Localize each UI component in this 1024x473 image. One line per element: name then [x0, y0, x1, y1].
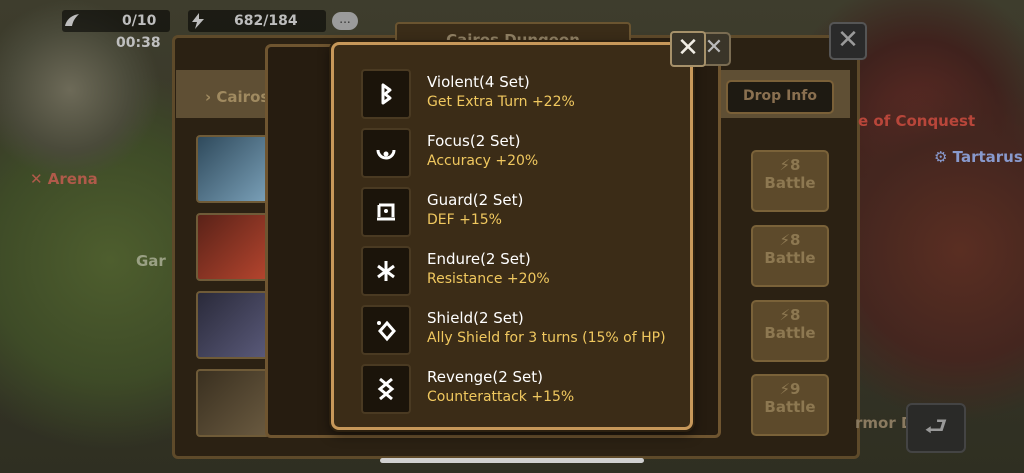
- wings-timer: 00:38: [116, 35, 161, 51]
- rune-set-effect: Get Extra Turn +22%: [427, 94, 575, 110]
- rune-set-popup: Violent(4 Set) Get Extra Turn +22% Focus…: [331, 42, 693, 430]
- rune-set-row: Violent(4 Set) Get Extra Turn +22%: [361, 69, 681, 121]
- rune-set-row: Shield(2 Set) Ally Shield for 3 turns (1…: [361, 305, 681, 357]
- energy-cost: ⚡9: [779, 380, 801, 398]
- dungeon-close-button[interactable]: ✕: [829, 22, 867, 60]
- map-label-conquest[interactable]: e of Conquest: [858, 112, 975, 130]
- rune-set-row: Endure(2 Set) Resistance +20%: [361, 246, 681, 298]
- energy-cost: ⚡8: [779, 231, 801, 249]
- battle-button[interactable]: ⚡9 Battle: [751, 374, 829, 436]
- energy-counter: 682/184: [188, 10, 326, 32]
- rune-set-name: Focus(2 Set): [427, 132, 521, 150]
- rune-set-effect: Resistance +20%: [427, 271, 550, 287]
- energy-value: 682/184: [234, 13, 298, 29]
- rune-set-row: Guard(2 Set) DEF +15%: [361, 187, 681, 239]
- shield-rune-icon: [361, 305, 411, 355]
- rune-set-name: Guard(2 Set): [427, 191, 524, 209]
- drop-info-button[interactable]: Drop Info: [726, 80, 834, 114]
- revenge-rune-icon: [361, 364, 411, 414]
- rune-set-effect: Accuracy +20%: [427, 153, 539, 169]
- wings-counter: 0/10: [62, 10, 170, 32]
- rune-set-name: Revenge(2 Set): [427, 368, 543, 386]
- energy-cost: ⚡8: [779, 156, 801, 174]
- battle-label: Battle: [764, 324, 816, 342]
- wing-icon: [62, 11, 82, 31]
- rune-set-effect: Ally Shield for 3 turns (15% of HP): [427, 330, 666, 346]
- map-label-arena[interactable]: ✕ Arena: [30, 170, 98, 188]
- back-button[interactable]: ⮐: [906, 403, 966, 453]
- stage-thumbnail[interactable]: [196, 135, 270, 203]
- energy-icon: [188, 11, 208, 31]
- rune-set-row: Focus(2 Set) Accuracy +20%: [361, 128, 681, 180]
- map-label-tartarus[interactable]: ⚙ Tartarus: [934, 148, 1023, 166]
- guard-rune-icon: [361, 187, 411, 237]
- battle-label: Battle: [764, 398, 816, 416]
- focus-rune-icon: [361, 128, 411, 178]
- rune-set-name: Endure(2 Set): [427, 250, 531, 268]
- endure-rune-icon: [361, 246, 411, 296]
- violent-rune-icon: [361, 69, 411, 119]
- battle-label: Battle: [764, 249, 816, 267]
- rune-set-effect: DEF +15%: [427, 212, 502, 228]
- wings-value: 0/10: [122, 13, 157, 29]
- battle-label: Battle: [764, 174, 816, 192]
- battle-button[interactable]: ⚡8 Battle: [751, 225, 829, 287]
- stage-thumbnail-list: [196, 135, 270, 447]
- energy-cost: ⚡8: [779, 306, 801, 324]
- rune-set-effect: Counterattack +15%: [427, 389, 575, 405]
- battle-button[interactable]: ⚡8 Battle: [751, 300, 829, 362]
- stage-thumbnail[interactable]: [196, 213, 270, 281]
- rune-set-row: Revenge(2 Set) Counterattack +15%: [361, 364, 681, 416]
- map-label-garden[interactable]: Gar: [136, 252, 166, 270]
- rune-set-name: Shield(2 Set): [427, 309, 524, 327]
- return-arrow-icon: ⮐: [924, 412, 948, 442]
- stage-thumbnail[interactable]: [196, 291, 270, 359]
- popup-close-button[interactable]: ✕: [670, 31, 706, 67]
- stage-thumbnail[interactable]: [196, 369, 270, 437]
- home-indicator[interactable]: [380, 458, 644, 463]
- chat-button[interactable]: ...: [332, 12, 358, 30]
- breadcrumb[interactable]: › Cairos: [205, 88, 269, 106]
- battle-button[interactable]: ⚡8 Battle: [751, 150, 829, 212]
- rune-set-name: Violent(4 Set): [427, 73, 530, 91]
